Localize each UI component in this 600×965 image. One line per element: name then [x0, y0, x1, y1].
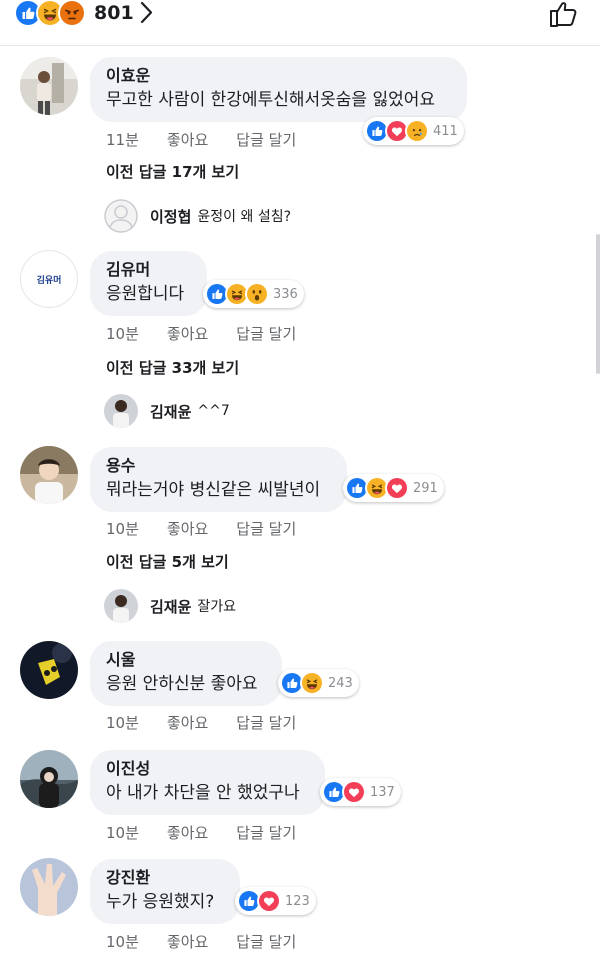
- comment-time: 10분: [106, 520, 139, 538]
- comment-reactions[interactable]: 137: [320, 778, 401, 806]
- reaction-count: 243: [328, 675, 353, 691]
- comment-author[interactable]: 용수: [106, 455, 331, 477]
- comment-bubble[interactable]: 시울 응원 안하신분 좋아요: [90, 641, 282, 706]
- avatar[interactable]: 김유머: [20, 250, 78, 308]
- avatar-text: 김유머: [36, 275, 62, 286]
- comment-author[interactable]: 강진환: [106, 867, 224, 889]
- reply-author[interactable]: 이정협: [150, 206, 191, 227]
- comment-reactions[interactable]: 123: [235, 887, 316, 915]
- comment-reactions[interactable]: 411: [363, 117, 464, 145]
- comment-text: 응원합니다: [106, 284, 185, 304]
- comment-reactions[interactable]: 336: [203, 280, 304, 308]
- reaction-count: 411: [433, 123, 458, 139]
- comment-time: 10분: [106, 933, 139, 951]
- haha-reaction-icon: [300, 671, 324, 695]
- comment-time: 10분: [106, 325, 139, 343]
- comment-bubble[interactable]: 강진환 누가 응원했지?: [90, 859, 240, 924]
- comment-text: 누가 응원했지?: [106, 892, 215, 912]
- comment-actions: 10분 좋아요 답글 달기: [106, 518, 324, 539]
- comment-text: 뭐라는거야 병신같은 씨발년이: [106, 480, 321, 500]
- comment-author[interactable]: 시울: [106, 649, 266, 671]
- comment-actions: 10분 좋아요 답글 달기: [106, 931, 324, 952]
- scrollbar[interactable]: [596, 234, 600, 374]
- reply-avatar[interactable]: [104, 394, 138, 428]
- like-button[interactable]: 좋아요: [167, 129, 208, 150]
- comment-author[interactable]: 이효운: [106, 65, 451, 87]
- comment-text: 아 내가 차단을 안 했었구나: [106, 783, 300, 803]
- view-previous-replies[interactable]: 이전 답글 33개 보기: [106, 357, 239, 378]
- avatar[interactable]: [20, 750, 78, 808]
- like-button[interactable]: 좋아요: [167, 323, 208, 344]
- chevron-right-icon[interactable]: [138, 0, 156, 26]
- comment-reactions[interactable]: 243: [278, 669, 359, 697]
- comment-actions: 11분 좋아요 답글 달기: [106, 129, 324, 150]
- love-reaction-icon: [257, 889, 281, 913]
- reply-item[interactable]: 김재윤 ^^7: [104, 394, 230, 428]
- comments-screen: 801 이효운 무고한 사람이 한강에투신해서옷숨을 잃었어요 411 11분 …: [0, 0, 600, 965]
- like-button[interactable]: 좋아요: [167, 518, 208, 539]
- avatar[interactable]: [20, 57, 78, 115]
- like-button[interactable]: 좋아요: [167, 931, 208, 952]
- avatar[interactable]: [20, 641, 78, 699]
- comment-time: 10분: [106, 824, 139, 842]
- reactions-header: 801: [0, 0, 600, 46]
- reaction-total-count[interactable]: 801: [94, 0, 134, 26]
- comment-text: 무고한 사람이 한강에투신해서옷숨을 잃었어요: [106, 90, 436, 110]
- sad-reaction-icon: [405, 119, 429, 143]
- reply-avatar[interactable]: [104, 199, 138, 233]
- reply-text: 윤정이 왜 설침?: [197, 209, 292, 225]
- like-button[interactable]: 좋아요: [167, 712, 208, 733]
- love-reaction-icon: [342, 780, 366, 804]
- angry-reaction-icon: [58, 0, 86, 27]
- comment-bubble[interactable]: 이진성 아 내가 차단을 안 했었구나: [90, 750, 325, 815]
- reply-button[interactable]: 답글 달기: [236, 822, 296, 843]
- reaction-count: 123: [285, 893, 310, 909]
- reply-button[interactable]: 답글 달기: [236, 931, 296, 952]
- avatar[interactable]: [20, 446, 78, 504]
- reply-item[interactable]: 김재윤 잘가요: [104, 589, 236, 623]
- reply-text: ^^7: [197, 403, 230, 419]
- comment-time: 10분: [106, 714, 139, 732]
- reply-button[interactable]: 답글 달기: [236, 129, 296, 150]
- wow-reaction-icon: [245, 282, 269, 306]
- reply-text: 잘가요: [197, 599, 237, 615]
- comment-author[interactable]: 이진성: [106, 758, 309, 780]
- love-reaction-icon: [385, 476, 409, 500]
- view-previous-replies[interactable]: 이전 답글 5개 보기: [106, 551, 229, 572]
- reaction-count: 336: [273, 286, 298, 302]
- avatar[interactable]: [20, 858, 78, 916]
- reply-button[interactable]: 답글 달기: [236, 323, 296, 344]
- comment-bubble[interactable]: 용수 뭐라는거야 병신같은 씨발년이: [90, 447, 347, 512]
- comment-reactions[interactable]: 291: [343, 474, 444, 502]
- reply-button[interactable]: 답글 달기: [236, 518, 296, 539]
- reply-item[interactable]: 이정협 윤정이 왜 설침?: [104, 199, 291, 233]
- comment-actions: 10분 좋아요 답글 달기: [106, 712, 324, 733]
- reaction-count: 137: [370, 784, 395, 800]
- reply-button[interactable]: 답글 달기: [236, 712, 296, 733]
- comment-actions: 10분 좋아요 답글 달기: [106, 822, 324, 843]
- comment-author[interactable]: 김유머: [106, 259, 191, 281]
- reply-author[interactable]: 김재윤: [150, 401, 191, 422]
- comment-text: 응원 안하신분 좋아요: [106, 674, 258, 694]
- comment-time: 11분: [106, 131, 139, 149]
- comment-bubble[interactable]: 이효운 무고한 사람이 한강에투신해서옷숨을 잃었어요: [90, 57, 467, 122]
- reply-author[interactable]: 김재윤: [150, 596, 191, 617]
- header-reactions[interactable]: [14, 0, 86, 27]
- comment-bubble[interactable]: 김유머 응원합니다: [90, 251, 207, 316]
- view-previous-replies[interactable]: 이전 답글 17개 보기: [106, 161, 239, 182]
- reply-avatar[interactable]: [104, 589, 138, 623]
- like-button[interactable]: 좋아요: [167, 822, 208, 843]
- comment-actions: 10분 좋아요 답글 달기: [106, 323, 324, 344]
- reaction-count: 291: [413, 480, 438, 496]
- thumbs-up-outline-icon[interactable]: [548, 0, 580, 28]
